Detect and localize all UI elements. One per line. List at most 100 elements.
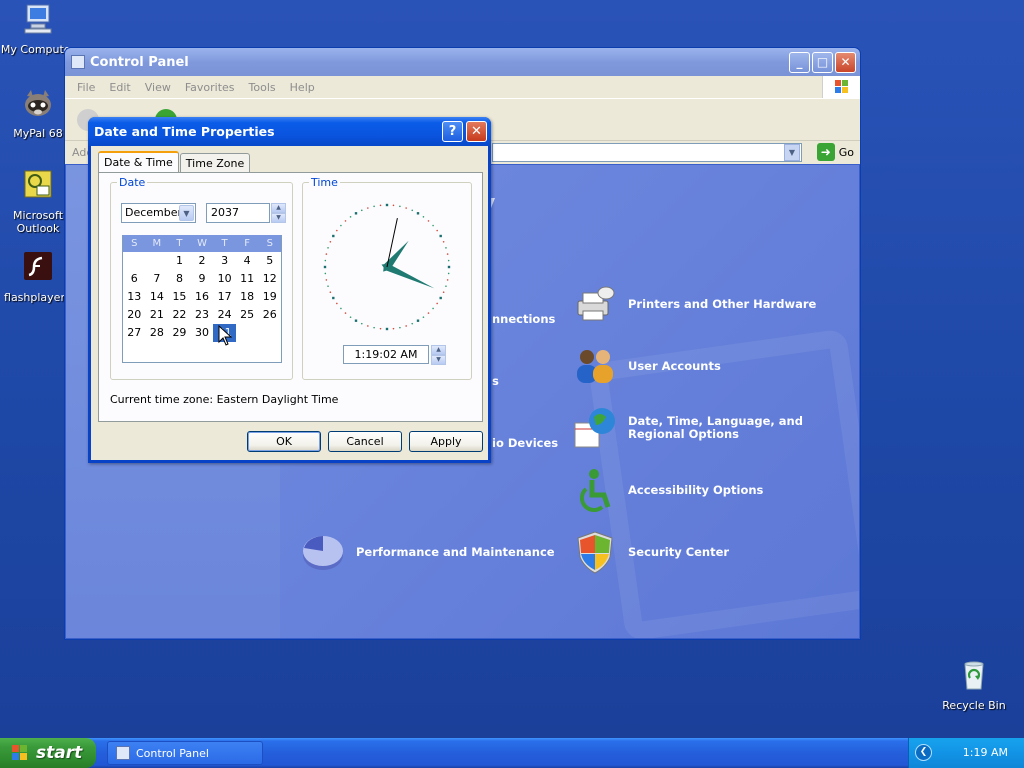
calendar-day[interactable]: 16	[191, 288, 214, 306]
calendar-day[interactable]: 24	[213, 306, 236, 324]
year-spinner[interactable]: ▲ ▼	[271, 203, 286, 223]
calendar-day[interactable]: 28	[146, 324, 169, 342]
calendar-day[interactable]: 13	[123, 288, 146, 306]
calendar-week-row: 13 14 15 16 17 18 19	[123, 288, 281, 306]
menu-favorites[interactable]: Favorites	[185, 81, 235, 94]
calendar-day[interactable]: 17	[213, 288, 236, 306]
clock-minute-mark	[325, 279, 328, 281]
calendar-day[interactable]: 29	[168, 324, 191, 342]
calendar-day[interactable]: 15	[168, 288, 191, 306]
category-security-center[interactable]: Security Center	[572, 529, 729, 575]
go-button[interactable]: ➜ Go	[816, 143, 854, 161]
calendar-day[interactable]: 19	[258, 288, 281, 306]
category-user-accounts[interactable]: User Accounts	[572, 343, 721, 389]
apply-button[interactable]: Apply	[409, 431, 483, 452]
maximize-button[interactable]: □	[812, 52, 833, 73]
chevron-down-icon[interactable]: ▼	[784, 144, 800, 161]
analog-clock	[323, 203, 451, 331]
category-appearance-partial[interactable]: s	[492, 374, 499, 388]
calendar-day[interactable]: 25	[236, 306, 259, 324]
calendar-day[interactable]: 9	[191, 270, 214, 288]
menu-file[interactable]: File	[77, 81, 95, 94]
spin-up-icon[interactable]: ▲	[431, 345, 446, 355]
go-arrow-icon: ➜	[816, 143, 835, 161]
flash-icon	[24, 252, 52, 280]
spin-down-icon[interactable]: ▼	[431, 355, 446, 365]
clock-minute-mark	[367, 207, 369, 209]
menu-edit[interactable]: Edit	[109, 81, 130, 94]
close-button[interactable]: ✕	[835, 52, 856, 73]
dialog-titlebar[interactable]: Date and Time Properties ? ✕	[88, 117, 491, 146]
calendar-day[interactable]: 4	[236, 252, 259, 270]
calendar-day[interactable]: 10	[213, 270, 236, 288]
ok-button[interactable]: OK	[247, 431, 321, 452]
calendar-day[interactable]: 30	[191, 324, 214, 342]
category-date-time[interactable]: Date, Time, Language, and Regional Optio…	[572, 405, 848, 451]
control-panel-titlebar[interactable]: Control Panel _ □ ✕	[65, 48, 860, 76]
date-group: Date December ▼ 2037 ▲ ▼ S M T W T F S 1…	[110, 176, 293, 380]
calendar-day[interactable]: 23	[191, 306, 214, 324]
menu-view[interactable]: View	[145, 81, 171, 94]
category-performance[interactable]: Performance and Maintenance	[300, 529, 555, 575]
spin-up-icon[interactable]: ▲	[271, 203, 286, 213]
calendar-day[interactable]: 7	[146, 270, 169, 288]
time-spinner[interactable]: ▲ ▼	[431, 345, 446, 365]
taskbar-clock[interactable]: 1:19 AM	[963, 746, 1008, 759]
chevron-down-icon[interactable]: ▼	[179, 205, 194, 221]
calendar-day[interactable]: 12	[258, 270, 281, 288]
minimize-button[interactable]: _	[789, 52, 810, 73]
menu-help[interactable]: Help	[290, 81, 315, 94]
calendar-day[interactable]: 26	[258, 306, 281, 324]
clock-minute-mark	[422, 216, 425, 218]
start-label: start	[36, 743, 83, 763]
weekday-label: F	[244, 238, 251, 249]
category-sounds-partial[interactable]: io Devices	[492, 436, 558, 450]
clock-minute-hand	[381, 263, 435, 289]
category-accessibility[interactable]: Accessibility Options	[572, 467, 763, 513]
clock-minute-mark	[436, 229, 438, 232]
help-button[interactable]: ?	[442, 121, 463, 142]
year-field[interactable]: 2037	[206, 203, 270, 223]
calendar-day[interactable]: 8	[168, 270, 191, 288]
taskbar-item-control-panel[interactable]: Control Panel	[107, 741, 263, 765]
clock-hour-mark	[385, 203, 389, 207]
time-input[interactable]: 1:19:02 AM	[343, 345, 429, 364]
show-hidden-icons-icon[interactable]: ❮	[915, 744, 932, 761]
address-input[interactable]	[492, 143, 802, 162]
calendar-empty-cell	[258, 324, 281, 342]
calendar-day[interactable]: 18	[236, 288, 259, 306]
calendar-day[interactable]: 14	[146, 288, 169, 306]
taskbar-item-label: Control Panel	[136, 746, 209, 760]
calendar-day[interactable]: 27	[123, 324, 146, 342]
tab-date-time[interactable]: Date & Time	[98, 151, 179, 174]
category-network-partial[interactable]: nnections	[492, 312, 555, 326]
calendar-day[interactable]: 6	[123, 270, 146, 288]
calendar-day[interactable]: 1	[168, 252, 191, 270]
calendar-grid[interactable]: S M T W T F S 1 2 3 4 5 6 7 8 9 10 11 12 13 14 15 16 17 1…	[122, 235, 282, 363]
time-value: 1:19:02 AM	[354, 348, 418, 361]
cancel-button[interactable]: Cancel	[328, 431, 402, 452]
date-time-dialog[interactable]: Date and Time Properties ? ✕ Date & Time…	[88, 117, 491, 463]
weekday-label: S	[266, 238, 273, 249]
calendar-day[interactable]: 11	[236, 270, 259, 288]
desktop-icon-recycle-bin[interactable]: Recycle Bin	[936, 658, 1012, 712]
tab-panel: Date December ▼ 2037 ▲ ▼ S M T W T F S 1…	[98, 172, 483, 422]
globe-calendar-icon	[574, 408, 615, 448]
dialog-close-button[interactable]: ✕	[466, 121, 487, 142]
clock-hour-mark	[439, 234, 442, 238]
calendar-day[interactable]: 21	[146, 306, 169, 324]
calendar-day[interactable]: 22	[168, 306, 191, 324]
start-button[interactable]: start	[0, 738, 96, 768]
calendar-day[interactable]: 3	[213, 252, 236, 270]
calendar-day[interactable]: 5	[258, 252, 281, 270]
clock-minute-mark	[325, 253, 328, 255]
tab-time-zone[interactable]: Time Zone	[179, 153, 251, 174]
calendar-day[interactable]: 20	[123, 306, 146, 324]
clock-minute-mark	[411, 322, 414, 325]
spin-down-icon[interactable]: ▼	[271, 213, 286, 223]
month-select[interactable]: December ▼	[121, 203, 196, 223]
category-printers[interactable]: Printers and Other Hardware	[572, 281, 816, 327]
calendar-day[interactable]: 2	[191, 252, 214, 270]
menu-tools[interactable]: Tools	[249, 81, 276, 94]
desktop-icon-my-computer[interactable]: My Computer	[0, 2, 76, 56]
